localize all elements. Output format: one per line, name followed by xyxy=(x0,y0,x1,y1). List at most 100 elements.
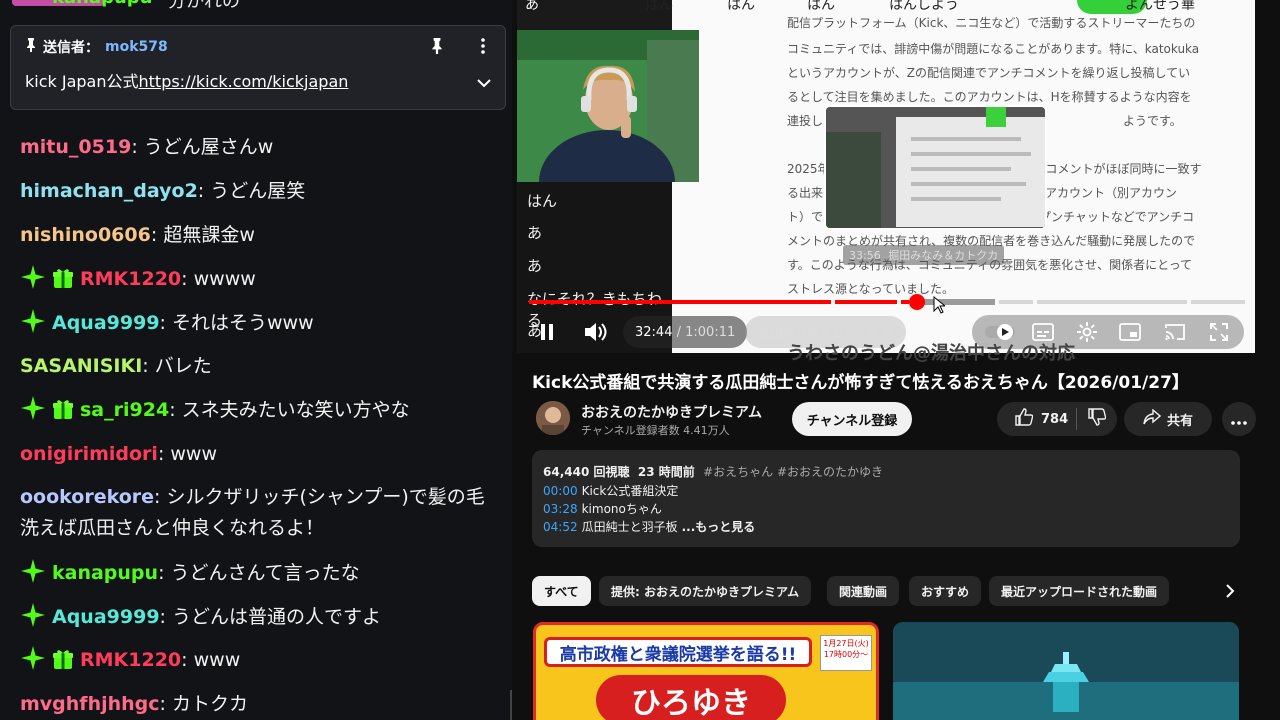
gift-sub-badge-icon xyxy=(52,267,74,289)
volume-icon[interactable] xyxy=(581,318,609,346)
chapter-timestamp[interactable]: 00:00 xyxy=(543,484,578,498)
pause-icon[interactable] xyxy=(535,318,559,346)
chapter-title: 瓜田純士と羽子板 xyxy=(581,520,678,534)
dislike-button[interactable] xyxy=(1077,408,1117,430)
overlay-comment: はん xyxy=(645,0,673,13)
chapter-segment-hover[interactable] xyxy=(917,299,995,305)
pinned-message[interactable]: 送信者： mok578 kick Japan公式https://kick.com… xyxy=(10,25,506,110)
document-line: というアカウントが、Zの配信関連でアンチコメントを繰り返し投稿してい xyxy=(787,66,1191,80)
chat-username[interactable]: mvghfhjhhgc xyxy=(20,693,160,715)
more-vertical-icon[interactable] xyxy=(473,36,493,56)
progress-scrubber[interactable] xyxy=(909,294,925,310)
chat-message: oookorekore: シルクザリッチ(シャンプー)で髪の毛洗えば瓜田さんと仲… xyxy=(20,482,490,544)
sparkle-badge-icon xyxy=(20,645,46,671)
chat-username[interactable]: nishino0606 xyxy=(20,224,151,246)
chapter-timestamp[interactable]: 04:52 xyxy=(543,520,578,534)
more-actions-button[interactable] xyxy=(1222,402,1256,436)
chat-username[interactable]: RMK1220 xyxy=(80,649,181,671)
chat-username[interactable]: RMK1220 xyxy=(80,268,181,290)
overlay-comment: はんしよう xyxy=(889,0,959,13)
chat-message: RMK1220: wwww xyxy=(20,264,490,295)
chat-username[interactable]: oookorekore xyxy=(20,486,154,508)
chat-message: Aqua9999: うどんは普通の人ですよ xyxy=(20,602,490,633)
chat-text: バレた xyxy=(154,355,212,377)
fullscreen-icon[interactable] xyxy=(1207,320,1231,344)
chapter-timestamp[interactable]: 03:28 xyxy=(543,502,578,516)
chat-username[interactable]: SASANISIKI xyxy=(20,355,142,377)
show-more-link[interactable]: ...もっと見る xyxy=(682,520,756,534)
chat-text: スネ夫みたいな笑い方やな xyxy=(181,399,410,421)
like-button[interactable]: 784 xyxy=(997,408,1076,430)
gift-sub-badge-icon xyxy=(52,648,74,670)
chat-colon: : xyxy=(158,562,171,584)
pinned-message-prefix: kick Japan公式 xyxy=(25,72,139,91)
chat-username[interactable]: kanapupu xyxy=(52,562,158,584)
chapter-label: 掘田みなみ＆カトクカ xyxy=(759,325,880,340)
side-comment: あ xyxy=(527,224,543,242)
document-line: コミュニティでは、誹謗中傷が問題になることがあります。特に、katokuka xyxy=(787,42,1200,56)
chat-top-partial-text: 分かれの xyxy=(168,0,240,12)
chat-text: それはそうwww xyxy=(172,312,314,334)
recommended-video-thumbnail[interactable]: 高市政権と衆議院選挙を語る!! 1月27日(火) 17時00分～ ひろゆき xyxy=(533,622,879,720)
chat-text: うどん屋さんw xyxy=(143,136,274,158)
chat-scrollbar[interactable] xyxy=(510,690,512,720)
side-comment: はん xyxy=(527,192,558,210)
channel-name[interactable]: おおえのたかゆきプレミアム xyxy=(581,402,762,422)
chapter-segment[interactable] xyxy=(999,300,1033,304)
chevron-right-icon[interactable] xyxy=(1218,579,1242,603)
video-player[interactable]: 配信プラットフォーム（Kick、ニコ生など）で活動するストリーマーたちの コミュニ… xyxy=(517,0,1255,353)
filter-chip[interactable]: すべて xyxy=(532,576,591,606)
pinned-header: 送信者： mok578 xyxy=(25,37,168,57)
chat-username[interactable]: Aqua9999 xyxy=(52,312,160,334)
recommended-video-thumbnail[interactable] xyxy=(893,622,1239,720)
chat-username[interactable]: mitu_0519 xyxy=(20,136,131,158)
chapter-segment-played[interactable] xyxy=(835,300,897,304)
document-line: るとして注目を集めました。このアカウントは、Hを称賛するような内容を xyxy=(787,90,1192,104)
chapter-segment-played[interactable] xyxy=(529,300,831,304)
chat-top-partial-user: kanapupu xyxy=(52,0,152,8)
chat-username[interactable]: Aqua9999 xyxy=(52,606,160,628)
sparkle-badge-icon xyxy=(20,602,46,628)
chat-colon: : xyxy=(181,268,194,290)
chat-username[interactable]: onigirimidori xyxy=(20,443,158,465)
share-button[interactable]: 共有 xyxy=(1124,402,1212,436)
gift-sub-badge-icon xyxy=(52,398,74,420)
subscribe-button[interactable]: チャンネル登録 xyxy=(792,402,912,436)
chapter-segment-played[interactable] xyxy=(901,300,909,304)
chat-colon: : xyxy=(197,180,211,202)
chat-username[interactable]: sa_ri924 xyxy=(80,399,169,421)
chat-message: SASANISIKI: バレた xyxy=(20,351,490,382)
chapter-segment[interactable] xyxy=(1191,300,1245,304)
channel-avatar[interactable] xyxy=(536,401,570,435)
unpin-icon[interactable] xyxy=(427,36,447,56)
overlay-comment: はん xyxy=(727,0,755,13)
pinned-message-link[interactable]: https://kick.com/kickjapan xyxy=(139,72,349,91)
settings-icon[interactable] xyxy=(1074,319,1100,345)
recommendation-chips: すべて 提供: おおえのたかゆきプレミアム 関連動画 おすすめ 最近アップロードされた動… xyxy=(532,576,1242,606)
description-box[interactable]: 64,440 回視聴 23 時間前 #おえちゃん #おおえのたかゆき 00:00… xyxy=(532,450,1240,547)
chapter-entry: 00:00 Kick公式番組決定 xyxy=(543,482,678,499)
chat-text: www xyxy=(193,649,241,671)
filter-chip[interactable]: 最近アップロードされた動画 xyxy=(989,576,1170,606)
chat-message: RMK1220: www xyxy=(20,645,490,676)
progress-bar[interactable] xyxy=(529,299,1245,305)
filter-chip[interactable]: 提供: おおえのたかゆきプレミアム xyxy=(599,576,812,606)
chat-colon: : xyxy=(159,606,172,628)
cast-icon[interactable] xyxy=(1162,320,1188,344)
chapter-segment[interactable] xyxy=(1037,300,1187,304)
miniplayer-icon[interactable] xyxy=(1117,320,1143,344)
pinned-sender-name[interactable]: mok578 xyxy=(105,39,168,55)
filter-chip[interactable]: 関連動画 xyxy=(827,576,900,606)
seek-preview-chapter: 掘田みなみ＆カトクカ xyxy=(888,249,999,262)
chat-text: うどんさんて言ったな xyxy=(170,562,360,584)
chat-text: 超無課金w xyxy=(163,224,255,246)
video-title: Kick公式番組で共演する瓜田純士さんが怖すぎて怯えるおえちゃん【2026/01… xyxy=(532,373,1189,393)
hashtags[interactable]: #おえちゃん #おおえのたかゆき xyxy=(703,465,883,479)
filter-chip[interactable]: おすすめ xyxy=(909,576,982,606)
sparkle-badge-icon xyxy=(20,264,46,290)
chat-message: mitu_0519: うどん屋さんw xyxy=(20,132,490,163)
chapter-entry: 04:52 瓜田純士と羽子板 ...もっと見る xyxy=(543,518,755,535)
chat-message: onigirimidori: www xyxy=(20,439,490,470)
chevron-down-icon[interactable] xyxy=(477,73,491,92)
chat-username[interactable]: himachan_dayo2 xyxy=(20,180,198,202)
